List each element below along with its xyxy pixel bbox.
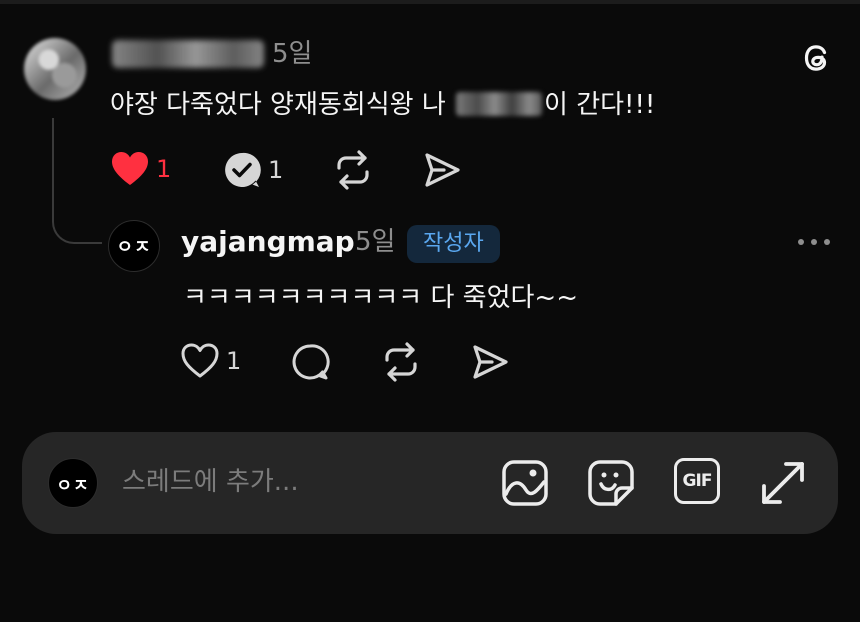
share-icon (473, 345, 508, 379)
reply-comment-button[interactable] (290, 342, 330, 382)
sticker-icon[interactable] (586, 458, 636, 508)
heart-icon (112, 152, 148, 185)
share-button[interactable] (422, 150, 462, 190)
reply-count: 1 (268, 156, 284, 184)
reply-like-button[interactable]: 1 (180, 342, 241, 380)
reply-repost-button[interactable] (380, 342, 422, 382)
gif-icon[interactable]: GIF (674, 458, 720, 504)
composer-avatar: ㅇㅈ (48, 458, 98, 508)
like-count: 1 (156, 155, 172, 183)
reply-button[interactable]: 1 (222, 150, 283, 190)
reply-author-username[interactable]: yajangmap (181, 222, 355, 262)
avatar-initials: ㅇㅈ (116, 237, 152, 258)
censored-text-block (456, 92, 543, 116)
expand-icon[interactable] (758, 458, 808, 508)
reply-timestamp: 5일 (355, 227, 396, 257)
author-badge: 작성자 (407, 225, 500, 263)
reply-like-count: 1 (226, 347, 242, 375)
heart-outline-icon (181, 343, 219, 378)
thread-connector-line (52, 118, 102, 244)
more-icon[interactable] (796, 234, 832, 250)
post-content-text-start: 야장 다죽었다 양재동회식왕 나 (110, 90, 455, 120)
repost-button[interactable] (332, 150, 374, 190)
post-author-username-blurred[interactable] (112, 40, 264, 68)
reply-content: ㅋㅋㅋㅋㅋㅋㅋㅋㅋㅋ 다 죽었다~~ (183, 283, 578, 313)
comment-icon (292, 344, 330, 380)
repost-icon (385, 342, 417, 382)
post-timestamp: 5일 (272, 39, 313, 69)
reply-author-avatar[interactable]: ㅇㅈ (108, 220, 160, 272)
post-author-avatar[interactable] (24, 38, 86, 100)
repost-icon (337, 150, 369, 190)
top-divider (0, 0, 860, 4)
threads-logo-icon[interactable] (796, 38, 836, 78)
avatar-initials: ㅇㅈ (56, 475, 90, 496)
composer-placeholder[interactable]: 스레드에 추가... (122, 464, 299, 500)
gif-label: GIF (682, 471, 713, 491)
reply-check-icon (225, 152, 261, 187)
image-icon[interactable] (500, 458, 550, 508)
like-button[interactable]: 1 (110, 150, 171, 188)
reply-share-button[interactable] (470, 342, 510, 382)
share-icon (425, 153, 460, 187)
post-content-text-end: 이 간다!!! (544, 90, 656, 120)
post-content: 야장 다죽었다 양재동회식왕 나 이 간다!!! (110, 86, 655, 124)
